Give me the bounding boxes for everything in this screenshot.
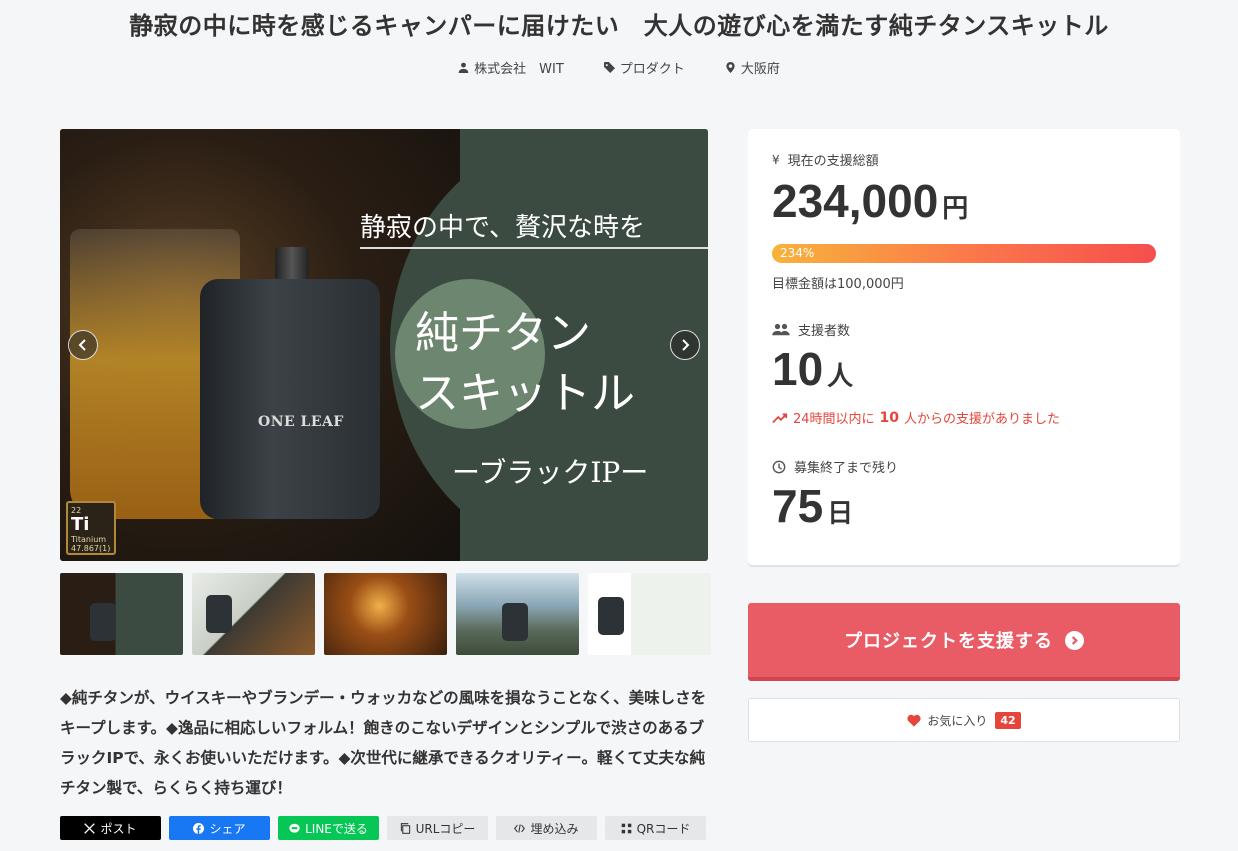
thumbnail-3[interactable] [324,573,447,655]
remaining-label-text: 募集終了まで残り [794,461,899,476]
thumbnail-5[interactable] [588,573,711,655]
funding-progress-bar: 234% [772,244,1156,263]
titanium-element-badge: 22 Ti Titanium 47.867(1) [66,501,116,555]
favorite-button[interactable]: お気に入り 42 [748,698,1180,742]
goal-amount-text: 目標金額は100,000円 [772,277,904,292]
flask-image [200,279,380,519]
clock-icon [772,460,786,473]
thumbnail-flask [598,597,624,635]
remaining-days-number: 75 [772,480,824,532]
thumbnail-flask [502,603,528,641]
support-project-button[interactable]: プロジェクトを支援する [748,603,1180,681]
share-facebook-button[interactable]: シェア [169,816,270,840]
meta-location[interactable]: 大阪府 [725,58,780,77]
thumbnail-4[interactable] [456,573,579,655]
users-icon [772,323,790,335]
progress-percent-text: 234% [780,246,815,260]
total-amount-label-text: 現在の支援総額 [787,154,879,169]
url-copy-label: URLコピー [415,821,476,836]
arrow-right-circle-icon [1065,630,1084,650]
meta-category[interactable]: プロダクト [603,58,685,77]
copy-icon [400,822,410,834]
favorite-label: お気に入り [927,713,988,728]
url-copy-button[interactable]: URLコピー [387,816,488,840]
line-icon [289,823,300,833]
remaining-label: 募集終了まで残り [772,457,898,476]
qr-code-label: QRコード [636,821,691,836]
support-button-label: プロジェクトを支援する [844,631,1053,652]
supporters-value: 10 人 [772,342,853,396]
location-name: 大阪府 [740,62,780,77]
recent-prefix: 24時間以内に [793,412,875,427]
brand-logo: ONE LEAF [258,414,344,430]
remaining-value: 75 日 [772,479,853,533]
category-name: プロダクト [619,62,685,77]
share-facebook-label: シェア [209,821,246,836]
hero-product-name-line2: スキットル [415,368,635,419]
qr-code-icon [621,823,631,833]
thumbnail-2[interactable] [192,573,315,655]
tag-icon [603,62,615,73]
thumbnail-flask [206,595,232,633]
hero-subtitle: ーブラックIPー [452,456,649,489]
supporters-label-text: 支援者数 [798,324,851,339]
hero-tagline: 静寂の中で、贅沢な時を [360,213,645,243]
favorite-count-badge: 42 [995,711,1021,729]
carousel-next-button[interactable] [670,330,700,360]
recent-count: 10 [879,409,900,426]
main-image-carousel[interactable]: ONE LEAF 静寂の中で、贅沢な時を 純チタン スキットル ーブラックIPー… [60,129,708,561]
recent-suffix: 人からの支援がありました [904,412,1061,427]
supporters-unit: 人 [827,361,854,391]
supporters-number: 10 [772,343,824,395]
yen-icon: ¥ [772,152,780,167]
funding-stats-card: ¥ 現在の支援総額 234,000 円 234% 目標金額は100,000円 支援… [748,129,1180,565]
thumbnail-1[interactable] [60,573,183,655]
share-bar: ポスト シェア LINEで送る URLコピー 埋め込み QRコード [60,816,706,840]
remaining-days-unit: 日 [827,498,854,528]
user-icon [458,62,469,73]
thumbnail-flask [90,603,116,641]
total-amount-unit: 円 [942,193,969,223]
owner-name: 株式会社 WIT [474,62,564,77]
project-description: ◆純チタンが、ウイスキーやブランデー・ウォッカなどの風味を損なうことなく、美味し… [60,689,707,797]
element-name: Titanium [71,535,107,544]
qr-code-button[interactable]: QRコード [605,816,706,840]
carousel-prev-button[interactable] [68,330,98,360]
recent-support-notice: 24時間以内に 10 人からの支援がありました [772,408,1060,427]
element-symbol: Ti [71,514,90,535]
share-x-button[interactable]: ポスト [60,816,161,840]
hero-product-name-line1: 純チタン [415,308,591,359]
code-icon [514,823,526,833]
share-line-label: LINEで送る [305,821,368,836]
chevron-right-icon [682,339,690,351]
chevron-left-icon [78,339,86,351]
supporters-label: 支援者数 [772,320,850,339]
total-amount-label: ¥ 現在の支援総額 [772,150,879,170]
share-x-label: ポスト [100,821,137,836]
project-title: 静寂の中に時を感じるキャンパーに届けたい 大人の遊び心を満たす純チタンスキットル [129,12,1109,40]
thumbnail-strip [60,573,711,655]
x-logo-icon [84,822,96,834]
project-meta: 株式会社 WIT プロダクト 大阪府 [0,58,1238,77]
embed-label: 埋め込み [530,821,579,836]
total-amount-number: 234,000 [772,175,939,227]
embed-button[interactable]: 埋め込み [496,816,597,840]
share-line-button[interactable]: LINEで送る [278,816,379,840]
location-pin-icon [726,62,735,73]
facebook-icon [193,822,205,834]
trending-up-icon [772,413,788,423]
hero-divider [360,247,708,249]
heart-icon [907,714,921,727]
meta-owner[interactable]: 株式会社 WIT [458,58,564,77]
element-mass: 47.867(1) [71,544,111,553]
hero-product-name: 純チタン スキットル [415,304,635,424]
total-amount-value: 234,000 円 [772,174,968,228]
